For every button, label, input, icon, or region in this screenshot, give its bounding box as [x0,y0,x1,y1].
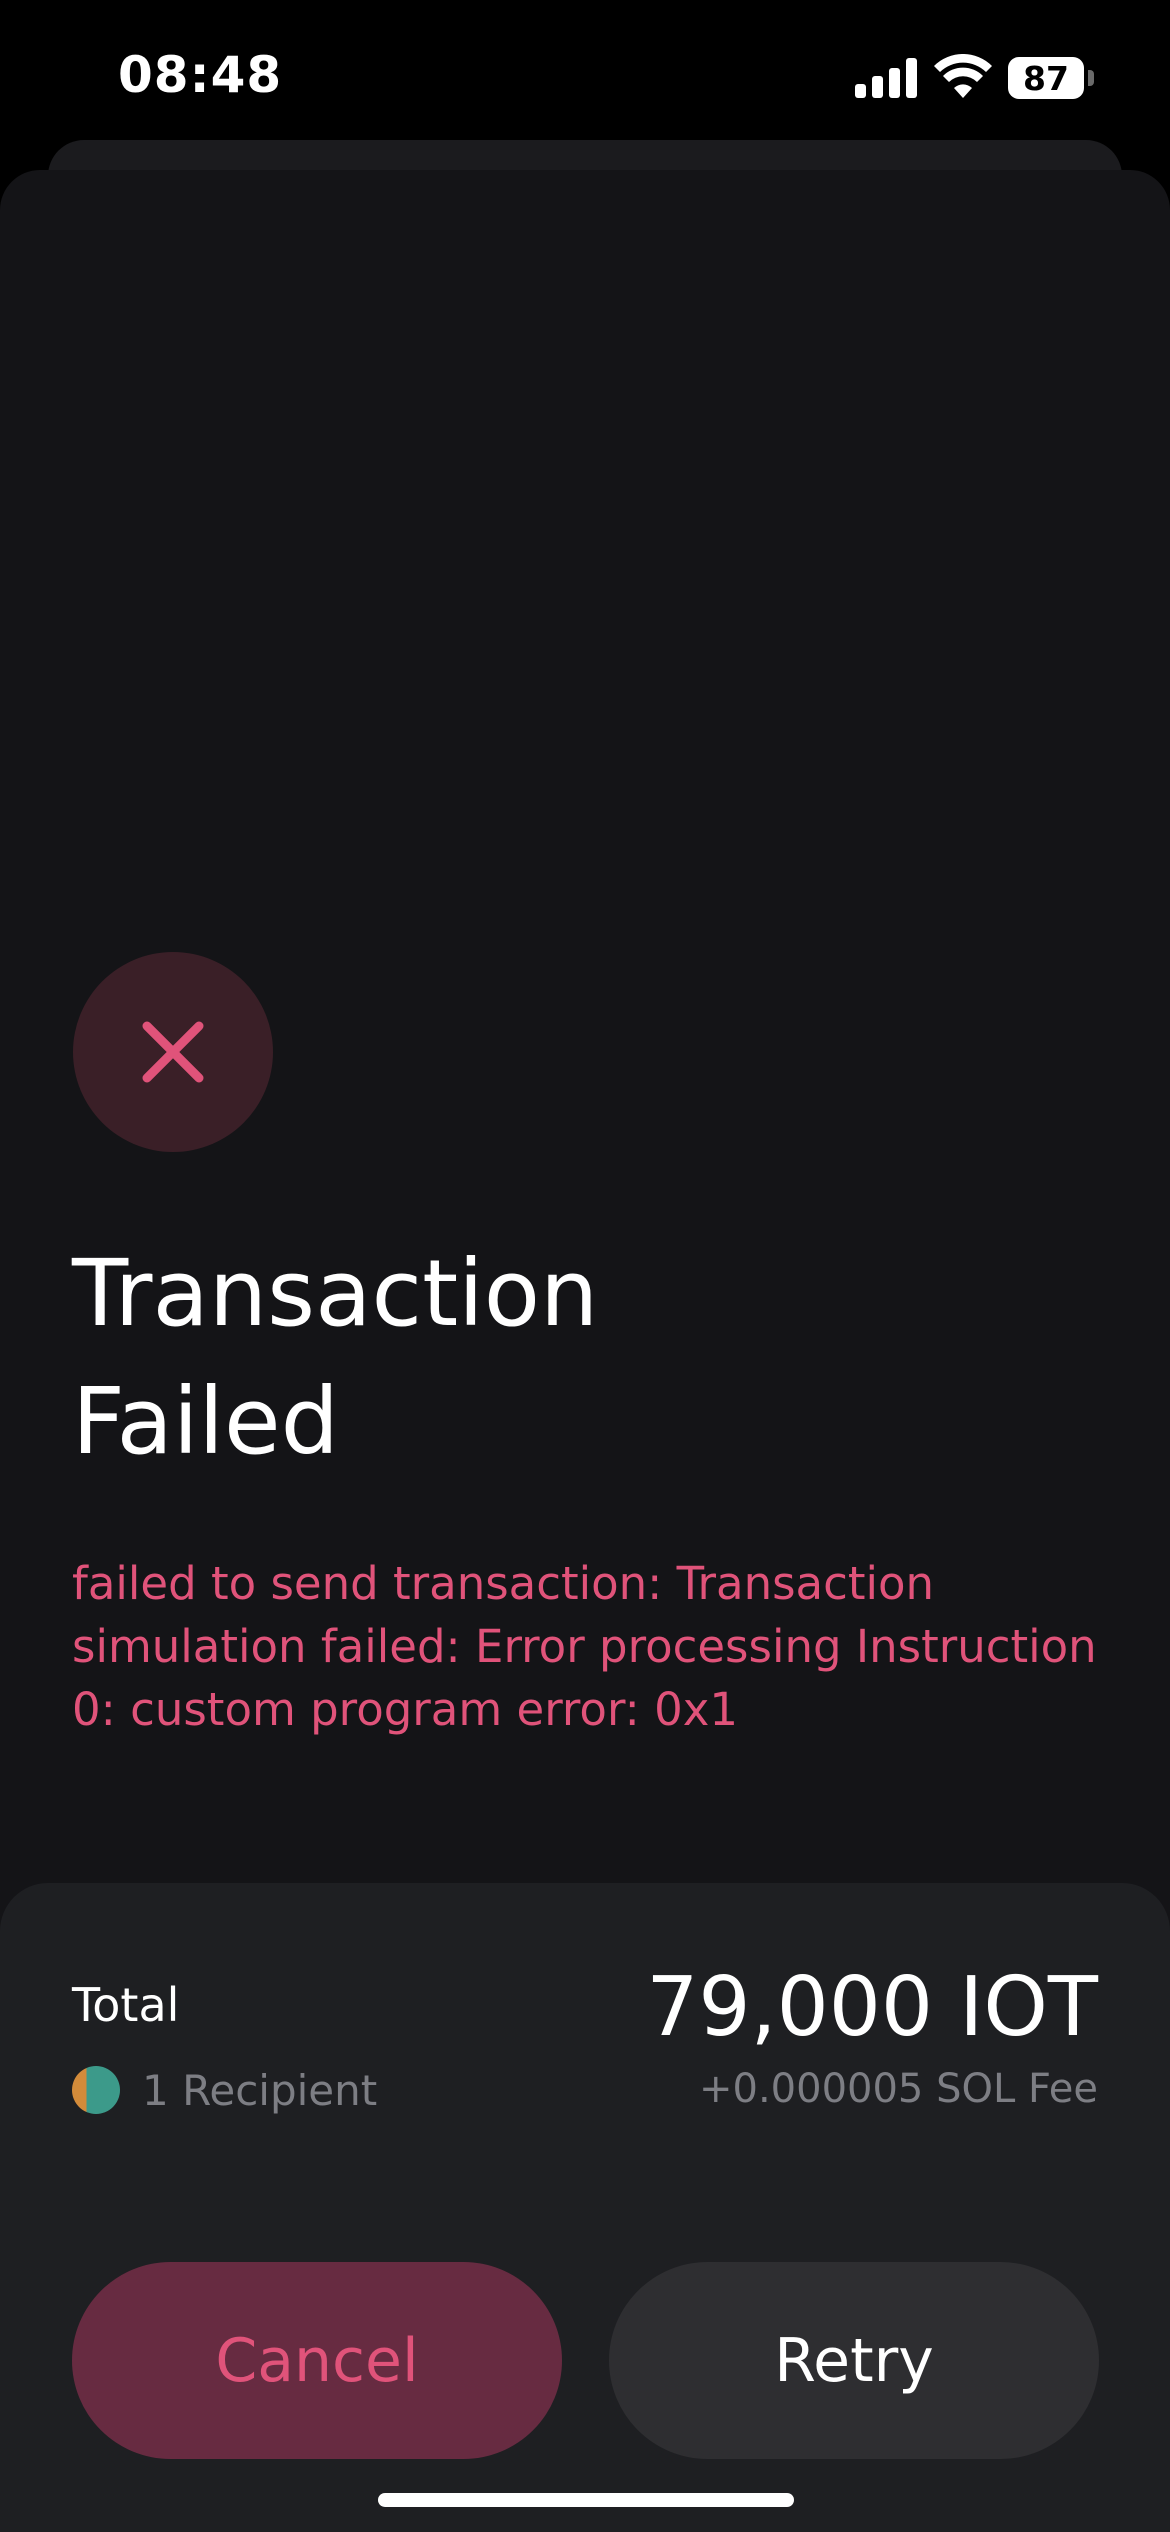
total-amount: 79,000 IOT [646,1960,1098,2055]
recipients-count: 1 Recipient [142,2065,378,2115]
transaction-failed-screen: 08:48 87 Transaction Failed failed to se… [0,0,1170,2532]
status-bar: 08:48 87 [0,0,1170,150]
title-line-1: Transaction [72,1240,599,1347]
total-label: Total [72,1978,180,2032]
cancel-button[interactable]: Cancel [72,2262,562,2459]
title-line-2: Failed [72,1368,339,1475]
page-title: Transaction Failed [72,1230,972,1486]
error-message: failed to send transaction: Transaction … [72,1557,1097,1736]
home-indicator[interactable] [378,2493,794,2507]
close-icon [142,1021,204,1083]
recipient-avatar [72,2066,120,2114]
network-fee: +0.000005 SOL Fee [698,2066,1098,2112]
status-time: 08:48 [118,46,283,104]
cellular-signal-icon [855,58,917,98]
battery-nub [1088,70,1094,86]
wifi-icon [934,54,992,98]
retry-button[interactable]: Retry [609,2262,1099,2459]
battery-icon: 87 [1008,57,1084,99]
failure-status-badge [73,952,273,1152]
recipients-row: 1 Recipient [72,2064,377,2116]
